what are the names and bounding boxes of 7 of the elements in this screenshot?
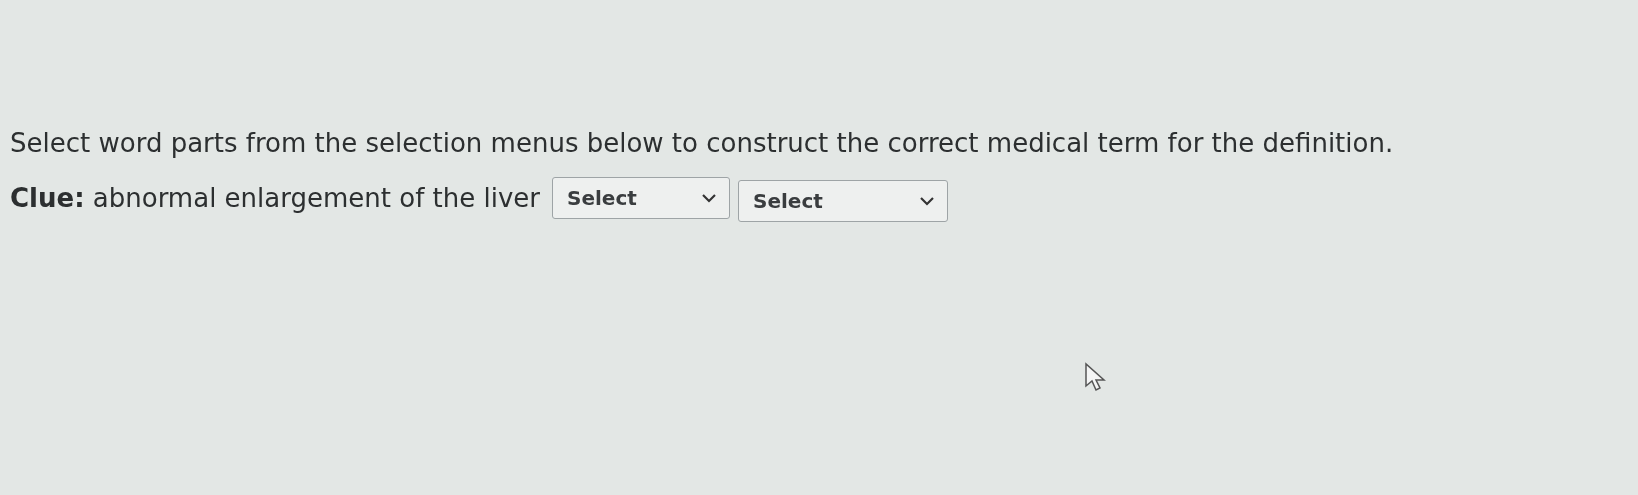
- chevron-icon: [701, 193, 718, 203]
- select-dropdown[interactable]: Select: [552, 177, 731, 219]
- instruction-text: Select word parts from the selection menus below to construct the correct medical term for the definition.: [10, 128, 1395, 158]
- clue-text: Clue: abnormal enlargement of the liver: [10, 183, 541, 213]
- select-dropdown[interactable]: Select: [738, 180, 949, 222]
- chevron-icon: [919, 196, 936, 206]
- cursor-icon: [1084, 362, 1106, 392]
